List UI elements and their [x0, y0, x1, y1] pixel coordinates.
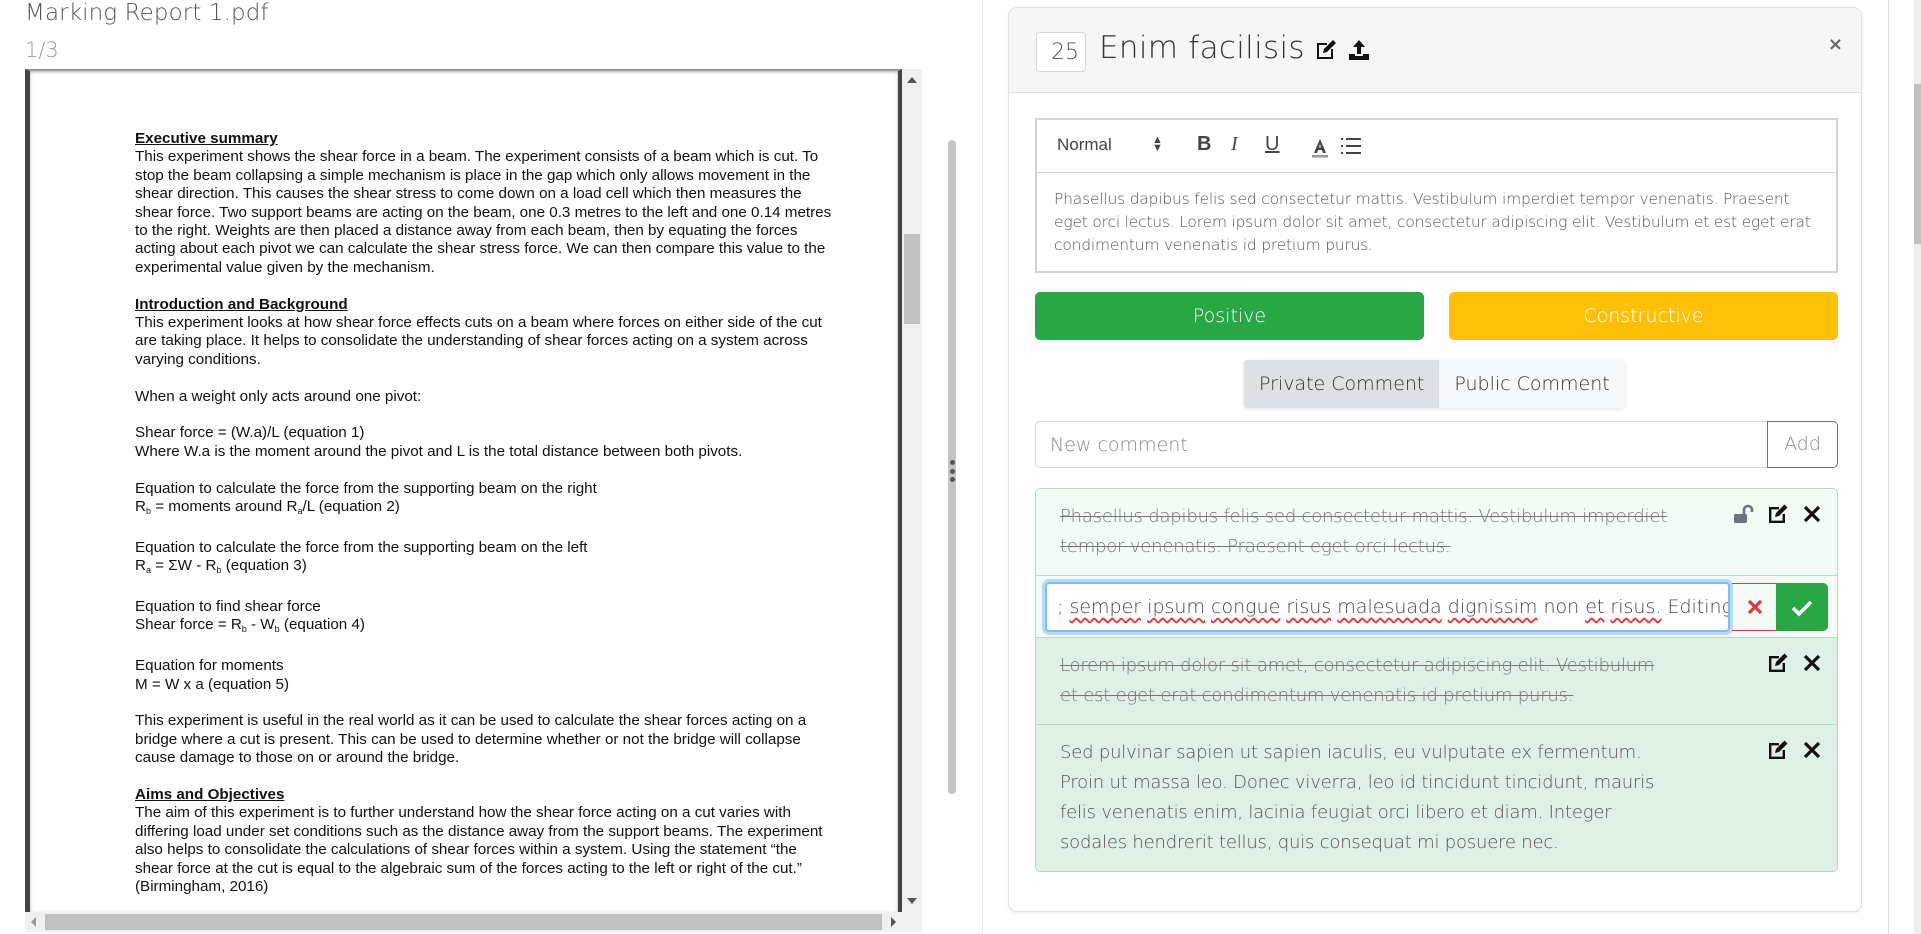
close-icon	[1747, 599, 1762, 615]
select-arrows-icon[interactable]: ▲ ▼	[1152, 135, 1163, 154]
paragraph: When a weight only acts around one pivot…	[135, 387, 422, 405]
comment-type-toggle: Private Comment Public Comment	[1244, 360, 1625, 408]
check-icon	[1791, 600, 1813, 617]
bold-button[interactable]: B	[1197, 133, 1211, 156]
section-heading: Aims and Objectives	[135, 786, 285, 804]
underline-button[interactable]: U	[1265, 133, 1279, 156]
equation-2: Rb = moments around Ra/L (equation 2)	[135, 498, 400, 517]
close-button[interactable]: ×	[1828, 34, 1843, 55]
constructive-button[interactable]: Constructive	[1449, 292, 1838, 340]
paragraph: This experiment looks at how shear force…	[135, 314, 822, 368]
page-scrollbar[interactable]	[1914, 0, 1921, 934]
positive-button[interactable]: Positive	[1035, 292, 1424, 340]
scroll-down-arrow-icon[interactable]	[907, 898, 917, 904]
scrollbar-corner	[902, 912, 922, 932]
equation-line: Shear force = (W.a)/L (equation 1)	[135, 424, 365, 442]
card-title: Enim facilisis	[1099, 30, 1305, 66]
drag-handle-icon[interactable]	[949, 460, 955, 482]
editor-content[interactable]: Phasellus dapibus felis sed consectetur …	[1037, 173, 1836, 272]
cancel-edit-button[interactable]	[1732, 583, 1777, 631]
comment-edit-row: ; semper ipsum congue risus malesuada di…	[1036, 576, 1837, 638]
page-indicator: 1/3	[25, 38, 59, 62]
comment-text: Phasellus dapibus felis sed consectetur …	[1060, 506, 1668, 557]
equation-line: Where W.a is the moment around the pivot…	[135, 442, 743, 460]
delete-icon[interactable]	[1801, 652, 1823, 674]
equation-line: Equation for moments	[135, 657, 284, 675]
pdf-horizontal-scrollbar[interactable]	[25, 912, 902, 932]
equation-line: Equation to calculate the force from the…	[135, 538, 588, 556]
equation-3: Ra = ΣW - Rb (equation 3)	[135, 557, 307, 576]
panel-divider	[982, 0, 983, 934]
equation-line: Equation to calculate the force from the…	[135, 479, 597, 497]
edit-icon[interactable]	[1314, 38, 1338, 62]
scroll-up-arrow-icon[interactable]	[907, 77, 917, 83]
add-comment-button[interactable]: Add	[1767, 421, 1838, 468]
private-comment-tab[interactable]: Private Comment	[1244, 360, 1440, 408]
section-heading: Introduction and Background	[135, 295, 348, 313]
text-color-icon[interactable]	[1311, 137, 1329, 159]
comment-edit-input[interactable]: ; semper ipsum congue risus malesuada di…	[1045, 582, 1730, 632]
equation-line: M = W x a (equation 5)	[135, 675, 290, 693]
equation-line: Equation to find shear force	[135, 598, 321, 616]
pdf-vertical-scrollbar[interactable]	[902, 69, 922, 912]
paragraph: This experiment shows the shear force in…	[135, 148, 832, 276]
confirm-edit-button[interactable]	[1776, 583, 1828, 631]
delete-icon[interactable]	[1801, 739, 1823, 761]
pdf-content: Executive summary This experiment shows …	[135, 130, 835, 912]
rich-text-editor[interactable]: Normal ▲ ▼ B I U Phasellus dapibus felis …	[1035, 118, 1838, 273]
comment-text: Sed pulvinar sapien ut sapien iaculis, e…	[1060, 742, 1655, 853]
panel-divider	[1888, 0, 1889, 934]
equation-4: Shear force = Rb - Wb (equation 4)	[135, 616, 365, 635]
edit-icon[interactable]	[1767, 503, 1789, 525]
edit-icon[interactable]	[1767, 652, 1789, 674]
delete-icon[interactable]	[1801, 503, 1823, 525]
public-comment-tab[interactable]: Public Comment	[1439, 360, 1625, 408]
scroll-thumb[interactable]	[904, 234, 920, 324]
marking-card: 25 Enim facilisis × Normal ▲ ▼ B I U Pha…	[1008, 7, 1862, 912]
comment-text: Lorem ipsum dolor sit amet, consectetur …	[1060, 655, 1655, 706]
italic-button[interactable]: I	[1231, 133, 1238, 156]
card-header: 25 Enim facilisis ×	[1009, 8, 1861, 93]
comment-list: Phasellus dapibus felis sed consectetur …	[1035, 488, 1838, 872]
scroll-right-arrow-icon[interactable]	[891, 917, 896, 927]
new-comment-input[interactable]	[1035, 421, 1767, 468]
scroll-left-arrow-icon[interactable]	[31, 917, 36, 927]
edit-icon[interactable]	[1767, 739, 1789, 761]
paragraph: The aim of this experiment is to further…	[135, 804, 823, 896]
unlock-icon[interactable]	[1733, 503, 1755, 525]
paragraph: This experiment is useful in the real wo…	[135, 712, 807, 767]
score-input[interactable]: 25	[1036, 32, 1086, 72]
list-icon[interactable]	[1341, 137, 1361, 155]
scroll-thumb[interactable]	[45, 914, 882, 930]
section-heading: Executive summary	[135, 130, 278, 147]
format-select[interactable]: Normal	[1057, 135, 1112, 155]
comment-item: Sed pulvinar sapien ut sapien iaculis, e…	[1036, 725, 1837, 871]
pdf-viewer[interactable]: Executive summary This experiment shows …	[25, 69, 922, 932]
comment-item: Phasellus dapibus felis sed consectetur …	[1036, 489, 1837, 576]
editor-toolbar: Normal ▲ ▼ B I U	[1037, 120, 1836, 173]
new-comment-group: Add	[1035, 421, 1838, 468]
pdf-page: Executive summary This experiment shows …	[25, 69, 902, 912]
scroll-thumb[interactable]	[1914, 84, 1921, 244]
upload-icon[interactable]	[1347, 38, 1371, 62]
document-title: Marking Report 1.pdf	[25, 0, 269, 26]
comment-item: Lorem ipsum dolor sit amet, consectetur …	[1036, 638, 1837, 725]
